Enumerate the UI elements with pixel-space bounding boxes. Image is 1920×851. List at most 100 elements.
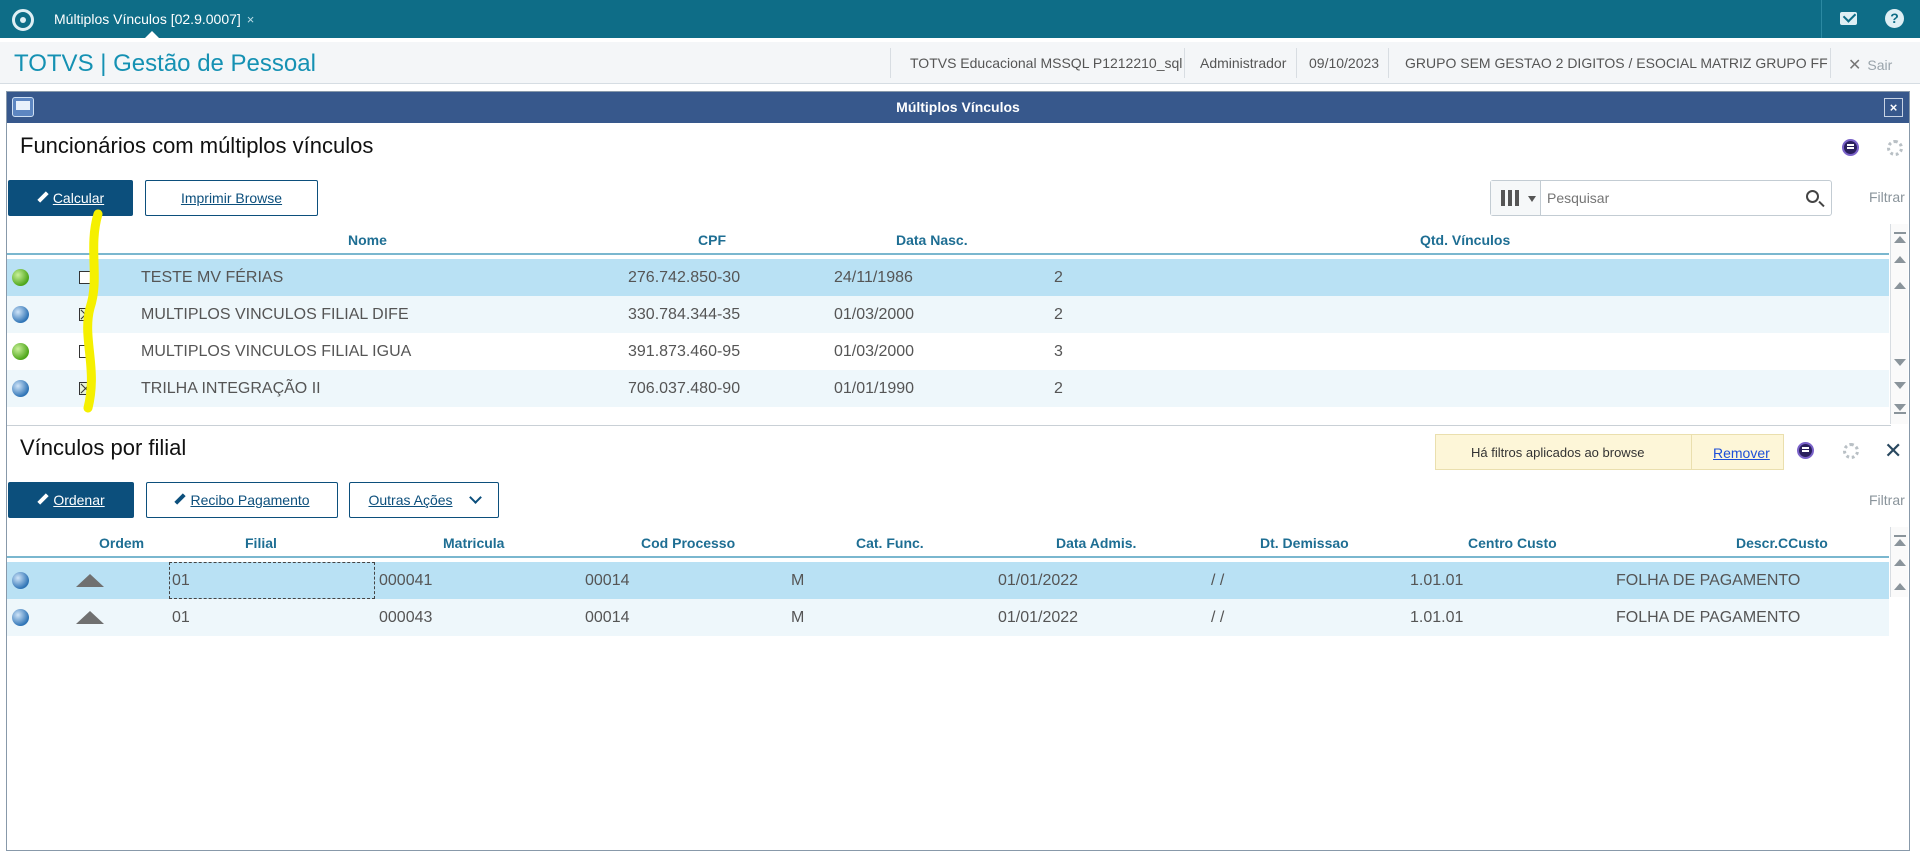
vinculos-section-title: Vínculos por filial [20, 435, 187, 460]
col-cod-processo[interactable]: Cod Processo [641, 535, 735, 551]
focused-cell[interactable] [169, 562, 375, 599]
cell-dt-demissao: / / [1211, 609, 1225, 626]
filter-notice-divider [1691, 435, 1692, 469]
scroll-top-icon [1894, 232, 1906, 234]
header-divider [1184, 48, 1185, 78]
yellow-highlight-marker [83, 209, 103, 413]
header-divider [1830, 48, 1831, 78]
header-divider [890, 48, 891, 78]
table-row[interactable]: TRILHA INTEGRAÇÃO II 706.037.480-90 01/0… [7, 370, 1889, 407]
close-icon[interactable]: ✕ [1884, 440, 1902, 462]
window-icon [12, 97, 34, 117]
mail-icon[interactable] [1840, 12, 1857, 25]
cell-data-nasc: 01/01/1990 [834, 380, 915, 397]
table-row[interactable]: 01 000041 00014 M 01/01/2022 / / 1.01.01… [7, 562, 1889, 599]
totvs-logo-icon[interactable] [12, 9, 34, 31]
cell-cpf: 330.784.344-35 [628, 306, 741, 323]
tab-close-icon[interactable]: × [247, 12, 255, 27]
badge-icon[interactable] [1797, 442, 1814, 459]
table-row[interactable]: MULTIPLOS VINCULOS FILIAL DIFE 330.784.3… [7, 296, 1889, 333]
scroll-top-icon [1894, 535, 1906, 537]
status-led-icon [12, 269, 29, 286]
page-up-icon[interactable] [1894, 559, 1906, 566]
sort-up-icon[interactable] [76, 611, 104, 624]
line-down-icon[interactable] [1894, 359, 1906, 366]
app-title: TOTVS | Gestão de Pessoal [14, 50, 316, 77]
vinculos-scrollbar[interactable] [1890, 527, 1908, 597]
cell-filial: 01 [172, 572, 190, 589]
chevron-down-icon [468, 490, 482, 504]
page-up-icon[interactable] [1894, 256, 1906, 263]
gear-icon[interactable] [1843, 443, 1859, 459]
line-up-icon[interactable] [1894, 583, 1906, 590]
filter-notice-text: Há filtros aplicados ao browse [1471, 445, 1645, 460]
cell-descr-ccusto: FOLHA DE PAGAMENTO [1616, 609, 1801, 626]
highlight-stroke [83, 209, 103, 413]
col-dt-demissao[interactable]: Dt. Demissao [1260, 535, 1349, 551]
col-data-nasc[interactable]: Data Nasc. [896, 232, 968, 248]
table-row[interactable]: MULTIPLOS VINCULOS FILIAL IGUA 391.873.4… [7, 333, 1889, 370]
recibo-label: Recibo Pagamento [190, 492, 310, 508]
remover-link[interactable]: Remover [1713, 445, 1770, 461]
page-down-icon[interactable] [1894, 382, 1906, 389]
exit-button[interactable]: ✕ Sair [1848, 55, 1892, 75]
topbar-divider [1821, 0, 1822, 38]
scroll-bottom-icon[interactable] [1894, 404, 1906, 411]
search-icon[interactable] [1806, 190, 1819, 203]
search-input[interactable] [1547, 181, 1797, 215]
cell-qtd: 2 [1054, 306, 1063, 323]
cell-cpf: 391.873.460-95 [628, 343, 741, 360]
col-descr-ccusto[interactable]: Descr.CCusto [1736, 535, 1828, 551]
help-icon[interactable]: ? [1885, 9, 1904, 28]
filtrar-link[interactable]: Filtrar [1869, 189, 1905, 205]
scroll-top-icon[interactable] [1894, 539, 1906, 546]
imprimir-label: Imprimir Browse [180, 190, 283, 206]
table-row[interactable]: TESTE MV FÉRIAS 276.742.850-30 24/11/198… [7, 259, 1889, 296]
line-up-icon[interactable] [1894, 282, 1906, 289]
cell-descr-ccusto: FOLHA DE PAGAMENTO [1616, 572, 1801, 589]
col-nome[interactable]: Nome [348, 232, 387, 248]
calcular-label: Calcular [52, 190, 105, 206]
col-data-admis[interactable]: Data Admis. [1056, 535, 1136, 551]
filtrar-link[interactable]: Filtrar [1869, 492, 1905, 508]
cell-cod-processo: 00014 [585, 609, 630, 626]
col-cat-func[interactable]: Cat. Func. [856, 535, 924, 551]
recibo-pagamento-button[interactable]: Recibo Pagamento [146, 482, 338, 518]
scroll-top-icon[interactable] [1894, 236, 1906, 243]
user-label: Administrador [1200, 55, 1287, 71]
window-close-button[interactable]: × [1884, 98, 1903, 117]
cell-qtd: 3 [1054, 343, 1063, 360]
pencil-icon [37, 493, 49, 505]
col-centro-custo[interactable]: Centro Custo [1468, 535, 1557, 551]
chevron-down-icon [1528, 196, 1536, 202]
col-filial[interactable]: Filial [245, 535, 277, 551]
header-divider [1296, 48, 1297, 78]
cell-cod-processo: 00014 [585, 572, 630, 589]
cell-data-nasc: 01/03/2000 [834, 343, 915, 360]
cell-cat-func: M [791, 572, 805, 589]
sort-up-icon[interactable] [76, 574, 104, 587]
col-matricula[interactable]: Matricula [443, 535, 504, 551]
table-row[interactable]: 01 000043 00014 M 01/01/2022 / / 1.01.01… [7, 599, 1889, 636]
cell-nome: MULTIPLOS VINCULOS FILIAL IGUA [141, 343, 412, 360]
cell-data-admis: 01/01/2022 [998, 609, 1079, 626]
col-cpf[interactable]: CPF [698, 232, 726, 248]
close-icon: ✕ [1848, 57, 1862, 74]
pencil-icon [37, 191, 49, 203]
company-label: GRUPO SEM GESTAO 2 DIGITOS / ESOCIAL MAT… [1405, 55, 1828, 71]
col-qtd-vinculos[interactable]: Qtd. Vínculos [1420, 232, 1510, 248]
ordenar-button[interactable]: Ordenar [8, 482, 134, 518]
exit-label: Sair [1867, 57, 1893, 73]
status-led-icon [12, 306, 29, 323]
outras-acoes-dropdown[interactable]: Outras Ações [349, 482, 499, 518]
imprimir-browse-button[interactable]: Imprimir Browse [145, 180, 318, 216]
columns-selector[interactable] [1491, 181, 1541, 215]
col-ordem[interactable]: Ordem [99, 535, 144, 551]
top-tab-bar: Múltiplos Vínculos [02.9.0007] × ? [0, 0, 1920, 39]
badge-icon[interactable] [1842, 139, 1859, 156]
gear-icon[interactable] [1887, 140, 1903, 156]
cell-data-nasc: 01/03/2000 [834, 306, 915, 323]
cell-cpf: 276.742.850-30 [628, 269, 741, 286]
app-header: TOTVS | Gestão de Pessoal TOTVS Educacio… [0, 42, 1920, 84]
funcionarios-scrollbar[interactable] [1890, 224, 1908, 424]
